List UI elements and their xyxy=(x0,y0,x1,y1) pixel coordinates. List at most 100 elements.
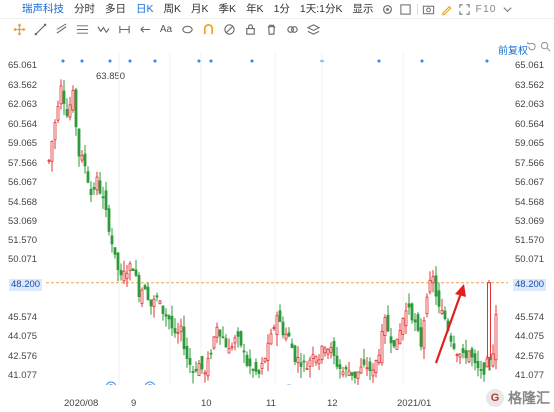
period-tab-6[interactable]: 季K xyxy=(214,0,242,19)
chevron-down-icon[interactable] xyxy=(500,1,516,17)
f10-button[interactable]: F10 xyxy=(474,3,499,15)
line-tool-icon[interactable] xyxy=(31,21,49,39)
drawing-toolbar: Aa xyxy=(0,19,554,40)
event-marker-icon xyxy=(128,59,132,63)
candle-body xyxy=(77,128,81,157)
x-label: 11 xyxy=(266,398,276,409)
event-marker-icon xyxy=(420,59,424,63)
trash-icon[interactable] xyxy=(262,21,280,39)
lock-icon[interactable] xyxy=(241,21,259,39)
stock-name[interactable]: 瑞声科技 xyxy=(0,0,69,19)
candle-body xyxy=(467,350,471,363)
price-tick-label: 60.564 xyxy=(515,119,545,130)
link-icon[interactable] xyxy=(283,21,301,39)
candle-body xyxy=(344,367,348,370)
camera-icon[interactable] xyxy=(421,1,437,17)
period-tab-4[interactable]: 周K xyxy=(159,0,187,19)
eye-icon[interactable] xyxy=(220,21,238,39)
candle-body xyxy=(155,295,159,298)
candle-body xyxy=(350,372,354,376)
candle-body xyxy=(119,269,123,276)
period-tab-3[interactable]: 日K xyxy=(131,0,159,19)
period-tab-5[interactable]: 月K xyxy=(186,0,214,19)
candle-body xyxy=(233,337,237,344)
price-tick-label: 51.570 xyxy=(515,235,545,246)
candle-body xyxy=(299,362,303,367)
candle-body xyxy=(65,109,69,117)
candle-body xyxy=(386,314,390,332)
candle-body xyxy=(143,285,147,290)
display-menu[interactable]: 显示 xyxy=(348,0,379,19)
candle-body xyxy=(239,331,243,346)
candle-body xyxy=(494,314,498,361)
candle-body xyxy=(218,329,222,337)
candle-body xyxy=(341,371,345,376)
candle-body xyxy=(158,300,162,305)
period-tab-9[interactable]: 1天:1分K xyxy=(295,0,348,19)
price-tick-label: 57.566 xyxy=(515,158,545,169)
candle-body xyxy=(311,354,315,359)
x-label: 9 xyxy=(131,398,137,409)
measure-tool-icon[interactable] xyxy=(115,21,133,39)
period-tab-2[interactable]: 多日 xyxy=(100,0,131,19)
divider xyxy=(416,3,418,15)
candle-body xyxy=(380,331,384,364)
x-label: 12 xyxy=(327,398,338,409)
current-price-tag-right: 48.200 xyxy=(513,279,547,291)
candle-body xyxy=(92,187,96,190)
candle-body xyxy=(272,327,276,329)
candle-body xyxy=(326,348,330,355)
candle-body xyxy=(53,122,57,141)
square-icon[interactable] xyxy=(398,1,414,17)
candle-body xyxy=(74,89,78,128)
candle-body xyxy=(185,345,189,359)
candle-body xyxy=(455,353,459,356)
undo-icon[interactable] xyxy=(526,41,537,55)
candle-body xyxy=(320,345,324,360)
candle-body xyxy=(353,371,357,378)
period-tab-7[interactable]: 年K xyxy=(241,0,269,19)
expand-icon[interactable] xyxy=(457,1,473,17)
candle-body xyxy=(227,348,231,354)
candle-body xyxy=(413,319,417,323)
wave-tool-icon[interactable] xyxy=(94,21,112,39)
candle-body xyxy=(137,275,141,298)
candle-body xyxy=(86,171,90,183)
ray-tool-icon[interactable] xyxy=(52,21,70,39)
candle-body xyxy=(125,272,129,280)
price-tick-label: 42.576 xyxy=(515,351,545,362)
current-price-tag-left: 48.200 xyxy=(9,279,43,291)
price-tick-label: 60.564 xyxy=(8,119,38,130)
candle-body xyxy=(95,176,99,191)
gear-icon[interactable] xyxy=(380,1,396,17)
candle-body xyxy=(269,333,273,345)
event-marker-icon xyxy=(197,59,201,63)
event-marker-icon xyxy=(485,59,489,63)
text-tool-icon[interactable]: Aa xyxy=(157,21,175,39)
candle-body xyxy=(404,310,408,327)
candle-body xyxy=(215,326,219,338)
price-tick-label: 56.067 xyxy=(515,177,545,188)
price-tick-label: 44.075 xyxy=(515,331,545,342)
ellipse-tool-icon[interactable] xyxy=(178,21,196,39)
candle-body xyxy=(287,332,291,337)
price-tick-label: 56.067 xyxy=(8,177,38,188)
arrow-tool-icon[interactable] xyxy=(136,21,154,39)
candle-body xyxy=(437,290,441,307)
candle-body xyxy=(491,353,495,367)
price-tick-label: 44.075 xyxy=(8,331,38,342)
candlestick-chart[interactable] xyxy=(46,53,508,385)
channel-tool-icon[interactable] xyxy=(73,21,91,39)
period-tab-8[interactable]: 1分 xyxy=(269,0,295,19)
candle-body xyxy=(248,358,252,367)
candle-body xyxy=(407,303,411,308)
candle-body xyxy=(122,270,126,282)
period-tab-1[interactable]: 分时 xyxy=(69,0,100,19)
pencil-icon[interactable] xyxy=(439,1,455,17)
zoom-icon[interactable] xyxy=(540,41,551,55)
candle-body xyxy=(371,369,375,377)
crosshair-icon[interactable] xyxy=(10,21,28,39)
layers-icon[interactable] xyxy=(304,21,322,39)
magnet-icon[interactable] xyxy=(199,21,217,39)
candle-body xyxy=(425,296,429,315)
